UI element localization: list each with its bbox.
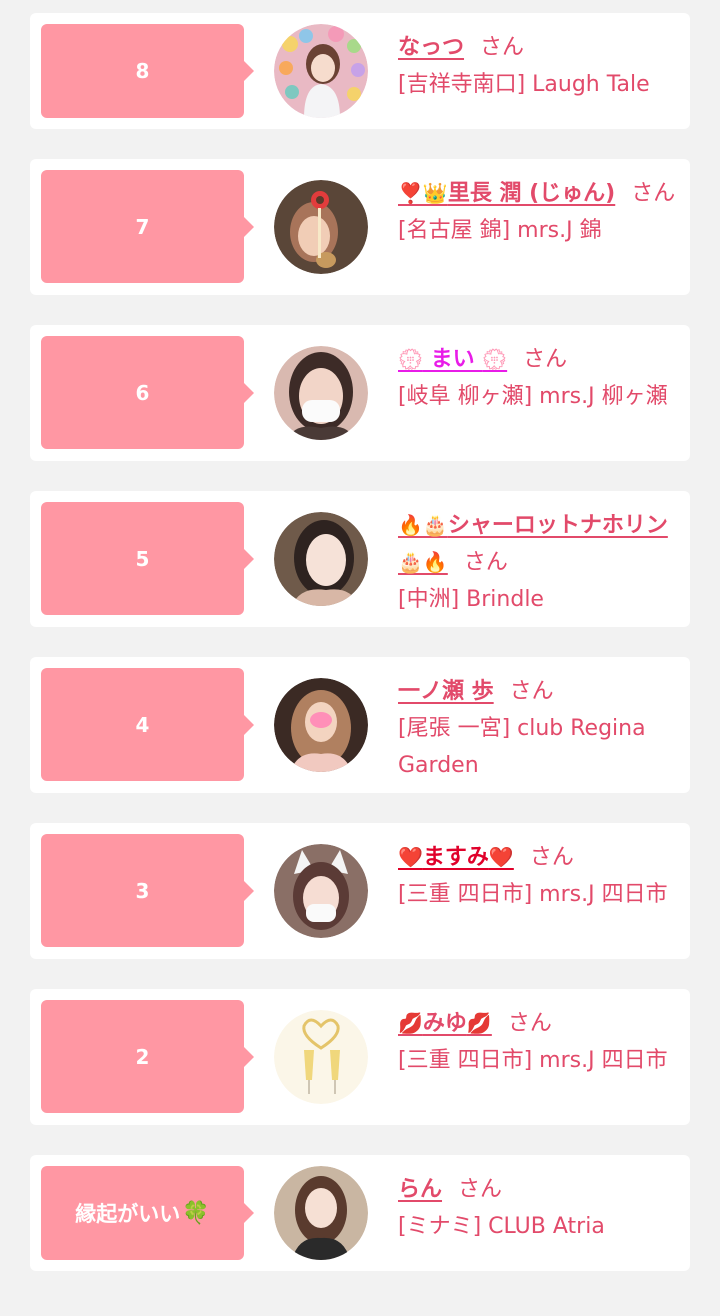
rank-badge: 7	[41, 170, 254, 283]
shop-label: [三重 四日市] mrs.J 四日市	[398, 882, 668, 907]
rank-number: 7	[135, 214, 150, 239]
ranking-card: 4 一ノ瀬 歩さん [尾張 一宮] club Regina Garden	[30, 657, 690, 793]
cast-name-link[interactable]: ❣️👑里長 潤 (じゅん)	[398, 181, 615, 206]
ranking-card: 3 ❤️ますみ❤️ さん [三重 四日市] mrs.J 四日市	[30, 823, 690, 959]
shop-label: [岐阜 柳ヶ瀬] mrs.J 柳ヶ瀬	[398, 384, 668, 409]
ranking-card: 8 なっつ さん [吉祥寺南口] Laugh Tale	[30, 13, 690, 129]
entry-info: 💋みゆ💋 さん [三重 四日市] mrs.J 四日市	[398, 1005, 683, 1079]
avatar[interactable]	[274, 346, 368, 440]
rank-number: 2	[135, 1044, 150, 1069]
shop-label: [吉祥寺南口] Laugh Tale	[398, 72, 650, 97]
rank-badge: 4	[41, 668, 254, 781]
rank-badge: 2	[41, 1000, 254, 1113]
ranking-card: 縁起がいい 🍀 らん さん [ミナミ] CLUB Atria	[30, 1155, 690, 1271]
ranking-list: 8 なっつ さん [吉祥寺南口] Laugh Tale 7 ❣️👑里長 潤 (じ…	[0, 0, 720, 1316]
shop-label: [三重 四日市] mrs.J 四日市	[398, 1048, 668, 1073]
honorific: さん	[458, 1177, 503, 1202]
four-leaf-clover-icon: 🍀	[182, 1200, 210, 1226]
lips-icon: 💋	[466, 1011, 492, 1035]
rank-number: 8	[135, 59, 150, 83]
avatar[interactable]	[274, 844, 368, 938]
rank-badge: 8	[41, 24, 254, 118]
cast-name-link[interactable]: 一ノ瀬 歩	[398, 679, 494, 704]
flower-icon: 💮	[482, 347, 508, 371]
avatar[interactable]	[274, 180, 368, 274]
shop-label: [尾張 一宮] club Regina Garden	[398, 716, 646, 778]
cast-name-link[interactable]: らん	[398, 1177, 442, 1202]
ranking-card: 6 💮 まい 💮 さん [岐阜 柳ヶ瀬] mrs.J 柳ヶ瀬	[30, 325, 690, 461]
entry-info: ❤️ますみ❤️ さん [三重 四日市] mrs.J 四日市	[398, 839, 683, 913]
avatar[interactable]	[274, 512, 368, 606]
honorific: さん	[509, 679, 554, 704]
entry-info: 💮 まい 💮 さん [岐阜 柳ヶ瀬] mrs.J 柳ヶ瀬	[398, 341, 683, 415]
flower-icon: 💮	[398, 347, 423, 371]
avatar[interactable]	[274, 1166, 368, 1260]
entry-info: 一ノ瀬 歩さん [尾張 一宮] club Regina Garden	[398, 673, 683, 784]
honorific: さん	[507, 1011, 552, 1036]
cast-name-link[interactable]: 🔥🎂シャーロットナホリン🎂🔥	[398, 513, 668, 575]
ranking-card: 7 ❣️👑里長 潤 (じゅん) さん [名古屋 錦] mrs.J 錦	[30, 159, 690, 295]
heart-icon: ❤️	[398, 845, 423, 869]
rank-badge: 5	[41, 502, 254, 615]
avatar[interactable]	[274, 1010, 368, 1104]
rank-badge: 6	[41, 336, 254, 449]
rank-number: 3	[135, 878, 150, 903]
cast-name-link[interactable]: 💮 まい 💮	[398, 347, 507, 372]
shop-label: [ミナミ] CLUB Atria	[398, 1214, 605, 1239]
cast-name-link[interactable]: 💋みゆ💋	[398, 1011, 492, 1036]
avatar[interactable]	[274, 678, 368, 772]
heart-crown-icon: ❣️👑	[398, 181, 448, 205]
shop-label: [名古屋 錦] mrs.J 錦	[398, 218, 602, 243]
lucky-label: 縁起がいい	[75, 1202, 181, 1226]
entry-info: ❣️👑里長 潤 (じゅん) さん [名古屋 錦] mrs.J 錦	[398, 175, 683, 249]
honorific: さん	[463, 550, 508, 575]
rank-badge: 縁起がいい 🍀	[41, 1166, 254, 1260]
honorific: さん	[480, 35, 525, 60]
entry-info: らん さん [ミナミ] CLUB Atria	[398, 1171, 683, 1245]
shop-label: [中洲] Brindle	[398, 587, 544, 612]
cast-name-link[interactable]: ❤️ますみ❤️	[398, 845, 514, 870]
honorific: さん	[631, 181, 676, 206]
ranking-card: 5 🔥🎂シャーロットナホリン🎂🔥 さん [中洲] Brindle	[30, 491, 690, 627]
ranking-card: 2 💋みゆ💋 さん [三重 四日市] mrs.J 四日市	[30, 989, 690, 1125]
honorific: さん	[529, 845, 574, 870]
fire-cake-icon: 🔥🎂	[398, 513, 448, 537]
rank-number: 4	[135, 712, 150, 737]
cast-name-link[interactable]: なっつ	[398, 35, 464, 60]
cake-fire-icon: 🎂🔥	[398, 550, 448, 574]
avatar[interactable]	[274, 24, 368, 118]
entry-info: 🔥🎂シャーロットナホリン🎂🔥 さん [中洲] Brindle	[398, 507, 683, 618]
heart-icon: ❤️	[488, 845, 514, 869]
entry-info: なっつ さん [吉祥寺南口] Laugh Tale	[398, 29, 683, 103]
rank-badge: 3	[41, 834, 254, 947]
rank-number: 6	[135, 380, 150, 405]
lips-icon: 💋	[398, 1011, 423, 1035]
rank-number: 5	[135, 546, 150, 571]
honorific: さん	[523, 347, 568, 372]
